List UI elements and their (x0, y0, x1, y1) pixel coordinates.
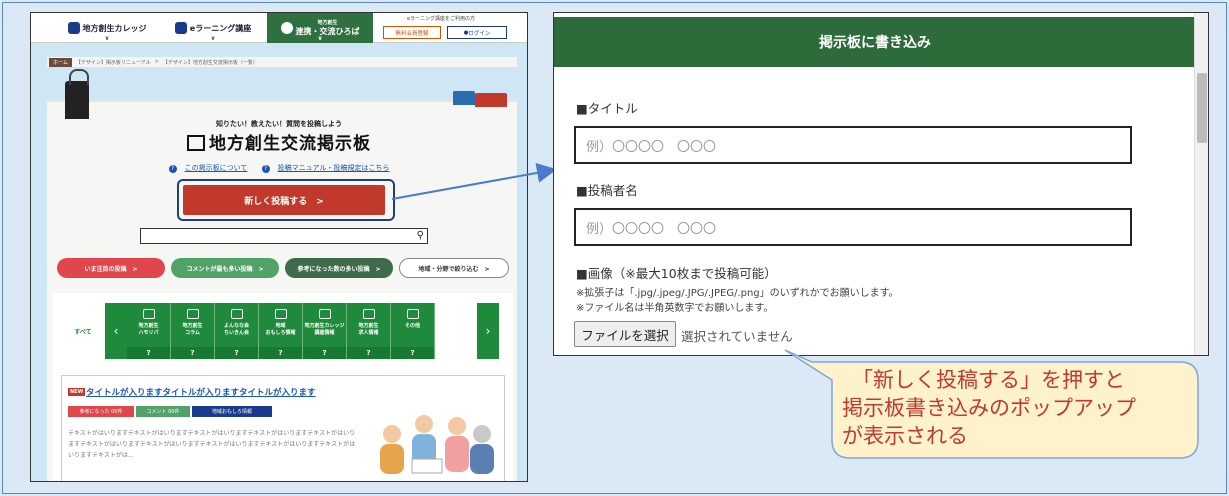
modal-header: 掲示板に書き込み (554, 17, 1196, 67)
leaf-icon (280, 22, 293, 34)
binder-clip-icon (65, 69, 89, 119)
category-icon (274, 309, 287, 319)
search-input[interactable]: ⚲ (140, 228, 428, 244)
chevron-down-icon: ∨ (104, 35, 110, 42)
author-placeholder: 例）〇〇〇〇 〇〇〇 (586, 221, 717, 237)
breadcrumb-current: 【デザイン】地方創生交流掲示板（一覧） (162, 59, 258, 66)
college-icon (67, 22, 80, 34)
category-item[interactable]: 地方創生 コラム? (171, 303, 215, 359)
top-navigation: 地方創生カレッジ ∨ eラーニング講座 ∨ 地方創生 連携・交流ひろば ∨ eラ… (31, 13, 527, 43)
folder-tab-blue (453, 91, 475, 105)
filename-note: ※ファイル名は半角英数字でお願いします。 (576, 303, 774, 314)
people-illustration (380, 415, 494, 474)
helpful-count-tag: 参考になった 00件 (68, 406, 134, 417)
category-item[interactable]: 地域 おもしろ情報? (259, 303, 303, 359)
title-placeholder: 例）〇〇〇〇 〇〇〇 (586, 139, 717, 155)
title-label: ■タイトル (576, 101, 638, 116)
monitor-icon (174, 22, 187, 34)
extension-note: ※拡張子は「.jpg/.jpeg/.JPG/.JPEG/.png」のいずれかでお… (576, 288, 899, 299)
category-item[interactable]: 地方創生 ハモリパ? (127, 303, 171, 359)
filter-buttons: いま注目の投稿 > コメントが最も多い投稿 > 参考になった数の多い投稿 > 地… (57, 258, 513, 278)
callout-text: 「新しく投稿する」を押すと 掲示板書き込みのポップアップ が表示される (842, 368, 1136, 448)
nav-elearning[interactable]: eラーニング講座 ∨ (161, 13, 265, 43)
category-icon (186, 309, 199, 319)
filter-most-helpful[interactable]: 参考になった数の多い投稿 > (285, 258, 393, 278)
search-icon[interactable]: ⚲ (417, 230, 424, 241)
login-button[interactable]: ● ログイン (447, 26, 507, 39)
filter-region-field[interactable]: 地域・分野で絞り込む > (399, 258, 509, 278)
post-modal-screenshot: 掲示板に書き込み ■タイトル 例）〇〇〇〇 〇〇〇 ■投稿者名 例）〇〇〇〇 〇… (553, 12, 1209, 356)
choose-file-button[interactable]: ファイルを選択 (574, 321, 676, 347)
category-icon (142, 309, 155, 319)
chevron-left-icon[interactable]: ‹ (105, 303, 127, 359)
category-section: すべて ‹ 地方創生 ハモリパ? 地方創生 コラム? よんなな会 ちいきん会? … (53, 293, 513, 481)
category-icon (318, 309, 331, 319)
scrollbar-thumb[interactable] (1197, 73, 1207, 143)
help-links: ? この掲示板について ? 投稿マニュアル・投稿規定はこちら (31, 163, 527, 173)
question-icon: ? (261, 165, 270, 173)
category-item[interactable]: 地方創生カレッジ 講座情報? (303, 303, 347, 359)
category-all[interactable]: すべて (61, 303, 105, 359)
modal-scrollbar[interactable] (1194, 13, 1208, 355)
about-link[interactable]: この掲示板について (185, 164, 248, 172)
board-icon (187, 135, 205, 151)
category-icon (406, 309, 419, 319)
category-tag[interactable]: 地域おもしろ情報 (192, 406, 272, 417)
comment-count-tag: コメント 00件 (136, 406, 190, 417)
filter-most-comments[interactable]: コメントが最も多い投稿 > (171, 258, 279, 278)
image-label: ■画像（※最大10枚まで投稿可能） (576, 266, 777, 281)
author-label: ■投稿者名 (576, 183, 638, 198)
article-excerpt: テキストがはいりますテキストがはいりますテキストがはいりますテキストがはいります… (68, 430, 356, 459)
nav-plaza[interactable]: 地方創生 連携・交流ひろば ∨ (267, 13, 373, 43)
post-button-highlight (177, 179, 395, 221)
manual-link[interactable]: 投稿マニュアル・投稿規定はこちら (278, 164, 390, 172)
breadcrumb: ホーム 【デザイン】掲示板リニューアル > 【デザイン】地方創生交流掲示板（一覧… (47, 57, 517, 67)
chevron-right-icon[interactable]: › (477, 303, 499, 359)
category-icon (362, 309, 375, 319)
category-icon (230, 309, 243, 319)
filter-trending[interactable]: いま注目の投稿 > (57, 258, 165, 278)
board-subtitle: 知りたい！教えたい！質問を投稿しよう (216, 120, 342, 128)
category-item[interactable]: その他? (391, 303, 435, 359)
author-input[interactable]: 例）〇〇〇〇 〇〇〇 (574, 208, 1132, 246)
new-badge: NEW (68, 388, 86, 396)
article-title[interactable]: タイトルが入りますタイトルが入りますタイトルが入ります (86, 386, 316, 398)
file-status: 選択されていません (681, 329, 793, 344)
breadcrumb-item[interactable]: 【デザイン】掲示板リニューアル (76, 59, 151, 66)
chevron-down-icon: ∨ (210, 35, 216, 42)
breadcrumb-separator: > (154, 59, 159, 65)
page-title: 地方創生交流掲示板 (31, 129, 527, 154)
question-icon: ? (168, 165, 177, 173)
folder-tab-red (475, 93, 507, 107)
board-list-screenshot: 地方創生カレッジ ∨ eラーニング講座 ∨ 地方創生 連携・交流ひろば ∨ eラ… (30, 12, 528, 482)
title-input[interactable]: 例）〇〇〇〇 〇〇〇 (574, 126, 1132, 164)
breadcrumb-home[interactable]: ホーム (49, 57, 72, 67)
category-item[interactable]: よんなな会 ちいきん会? (215, 303, 259, 359)
register-button[interactable]: 無料会員登録 (383, 26, 441, 39)
chevron-down-icon: ∨ (317, 35, 323, 42)
nav-college[interactable]: 地方創生カレッジ ∨ (57, 13, 157, 43)
article-card[interactable]: NEW タイトルが入りますタイトルが入りますタイトルが入ります 参考になった 0… (61, 375, 505, 481)
category-item[interactable]: 地方創生 求人情報? (347, 303, 391, 359)
